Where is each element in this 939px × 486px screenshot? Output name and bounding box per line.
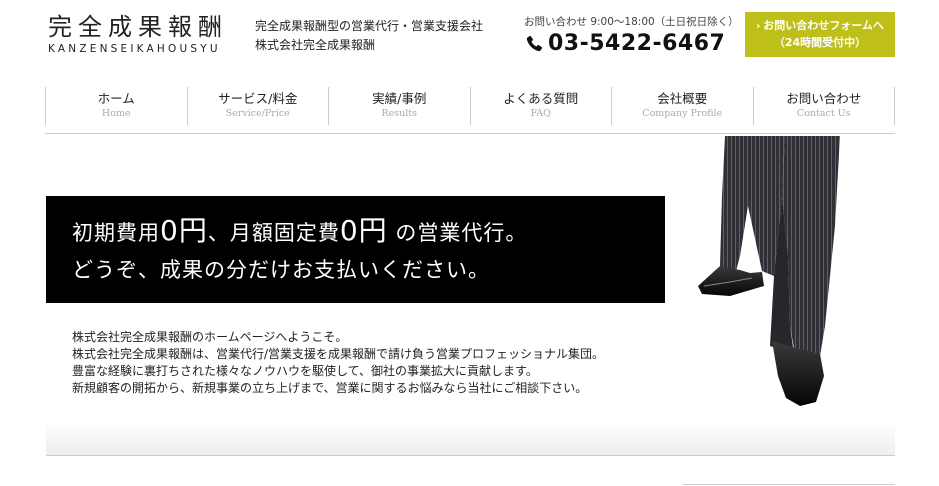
phone-icon (526, 35, 543, 51)
site-logo[interactable]: 完全成果報酬 KANZENSEIKAHOUSYU (48, 12, 228, 55)
cta-sublabel: （24時間受付中） (773, 36, 867, 49)
hero-headline-2: どうぞ、成果の分だけお支払いください。 (72, 258, 490, 282)
footer-divider (683, 484, 895, 485)
nav-item-results[interactable]: 実績/事例 Results (329, 87, 471, 125)
nav-label-en: FAQ (530, 108, 551, 119)
contact-form-button[interactable]: › お問い合わせフォームへ （24時間受付中） (745, 12, 895, 57)
hero-legs-image (698, 136, 840, 406)
nav-label-en: Contact Us (796, 108, 851, 119)
nav-label: よくある質問 (503, 91, 579, 106)
nav-item-service[interactable]: サービス/料金 Service/Price (188, 87, 329, 125)
nav-item-faq[interactable]: よくある質問 FAQ (471, 87, 612, 125)
global-nav: ホーム Home サービス/料金 Service/Price 実績/事例 Res… (45, 87, 895, 125)
hero-banner: 初期費用0円、月額固定費0円 の営業代行。 どうぞ、成果の分だけお支払いください… (46, 196, 665, 303)
nav-item-company[interactable]: 会社概要 Company Profile (612, 87, 754, 125)
nav-label-en: Results (381, 108, 418, 119)
tagline-line-2: 株式会社完全成果報酬 (255, 38, 376, 52)
page: 完全成果報酬 KANZENSEIKAHOUSYU 完全成果報酬型の営業代行・営業… (0, 0, 939, 486)
nav-label: 実績/事例 (372, 91, 427, 106)
header-tagline: 完全成果報酬型の営業代行・営業支援会社 株式会社完全成果報酬 (255, 17, 483, 55)
nav-label-en: Home (101, 108, 131, 119)
nav-item-contact[interactable]: お問い合わせ Contact Us (754, 87, 895, 125)
logo-subtitle: KANZENSEIKAHOUSYU (48, 43, 221, 55)
hero-text: 、月額固定費 (207, 221, 340, 245)
intro-line: 株式会社完全成果報酬のホームページへようこそ。 (72, 330, 348, 344)
intro-line: 株式会社完全成果報酬は、営業代行/営業支援を成果報酬で請け負う営業プロフェッショ… (72, 347, 605, 361)
tagline-line-1: 完全成果報酬型の営業代行・営業支援会社 (255, 19, 484, 33)
contact-hours: お問い合わせ 9:00～18:00（土日祝日除く） (524, 16, 739, 28)
cta-label: お問い合わせフォームへ (763, 19, 884, 32)
nav-label: サービス/料金 (218, 91, 298, 106)
chevron-right-icon: › (756, 21, 761, 32)
section-fade (46, 420, 895, 455)
hero-emphasis: 0円 (160, 214, 208, 247)
phone-number: 03-5422-6467 (548, 31, 726, 56)
header-contact: お問い合わせ 9:00～18:00（土日祝日除く） 03-5422-6467 (524, 14, 739, 56)
hero-emphasis: 0円 (339, 214, 388, 247)
nav-label-en: Company Profile (642, 108, 723, 119)
nav-label: ホーム (97, 91, 135, 106)
phone-block[interactable]: 03-5422-6467 (524, 31, 739, 56)
hero-headline-1: 初期費用0円、月額固定費0円 の営業代行。 (72, 212, 665, 252)
logo-title: 完全成果報酬 (48, 13, 228, 41)
hero-text: の営業代行。 (387, 221, 528, 245)
nav-label: お問い合わせ (786, 91, 862, 106)
nav-label-en: Service/Price (225, 108, 290, 119)
nav-divider (45, 133, 895, 134)
intro-line: 豊富な経験に裏打ちされた様々なノウハウを駆使して、御社の事業拡大に貢献します。 (72, 364, 538, 378)
hero-text: 初期費用 (72, 221, 160, 245)
nav-item-home[interactable]: ホーム Home (46, 87, 188, 125)
intro-line: 新規顧客の開拓から、新規事業の立ち上げまで、営業に関するお悩みなら当社にご相談下… (72, 381, 588, 395)
intro-text: 株式会社完全成果報酬のホームページへようこそ。 株式会社完全成果報酬は、営業代行… (72, 329, 604, 397)
section-divider (46, 455, 895, 456)
nav-label: 会社概要 (657, 91, 708, 106)
